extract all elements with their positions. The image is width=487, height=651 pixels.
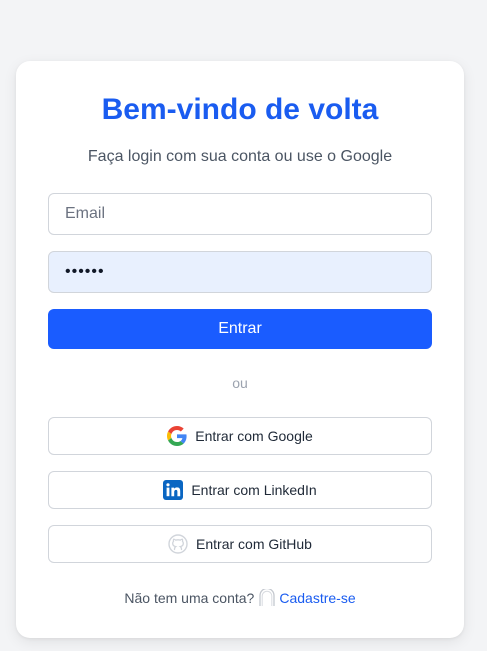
github-login-label: Entrar com GitHub [196, 536, 312, 552]
signup-prompt-text: Não tem uma conta? [124, 590, 255, 606]
login-card: Bem-vindo de volta Faça login com sua co… [16, 61, 464, 638]
divider-or: ou [232, 375, 248, 391]
google-login-button[interactable]: Entrar com Google [48, 417, 432, 455]
google-icon [167, 426, 187, 446]
linkedin-login-label: Entrar com LinkedIn [191, 482, 317, 498]
github-icon [168, 534, 188, 554]
email-field[interactable] [48, 193, 432, 235]
github-login-button[interactable]: Entrar com GitHub [48, 525, 432, 563]
google-login-label: Entrar com Google [195, 428, 313, 444]
page-subtitle: Faça login com sua conta ou use o Google [87, 148, 393, 165]
signup-link[interactable]: Cadastre-se [279, 590, 355, 606]
signup-prompt: Não tem uma conta? Cadastre-se [16, 589, 464, 607]
linkedin-login-button[interactable]: Entrar com LinkedIn [48, 471, 432, 509]
broken-image-icon [258, 589, 276, 607]
login-button[interactable]: Entrar [48, 309, 432, 349]
page-title: Bem-vindo de volta [101, 93, 379, 126]
password-field[interactable] [48, 251, 432, 293]
linkedin-icon [163, 480, 184, 500]
